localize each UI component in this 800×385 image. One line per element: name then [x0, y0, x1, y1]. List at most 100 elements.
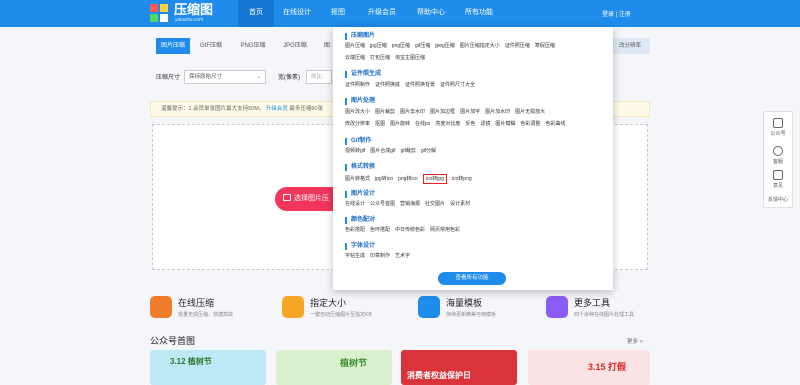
float-label: 意见: [772, 183, 783, 189]
float-feedback-center[interactable]: 反馈中心: [764, 196, 792, 203]
menu-group-title: 压缩图片: [345, 33, 375, 40]
site-logo[interactable]: 压缩图 yasuotu.com: [150, 3, 240, 23]
menu-item[interactable]: 抠图: [375, 120, 385, 129]
menu-item[interactable]: 中日传统色彩: [395, 226, 425, 235]
menu-item[interactable]: 色环搭配: [370, 226, 390, 235]
menu-row: 视频转gif 图片合成gif gif裁剪 gif分解: [345, 147, 441, 156]
tab-gif-compress[interactable]: GIF压缩: [194, 38, 228, 54]
menu-item[interactable]: 营销海报: [400, 200, 420, 209]
login-register-link[interactable]: 登录 | 注册: [602, 9, 631, 18]
menu-item[interactable]: png压缩: [392, 42, 410, 51]
menu-group-title: 字体设计: [345, 243, 375, 250]
menu-item[interactable]: 社交图片: [425, 200, 445, 209]
template-thumb[interactable]: 3.15 打假: [528, 350, 650, 385]
qrcode-icon: [773, 118, 783, 128]
size-select[interactable]: 保持原始尺寸 ⌄: [184, 70, 266, 84]
menu-item[interactable]: jpg转ico: [375, 175, 393, 184]
menu-row: 图片压缩 jpg压缩 png压缩 gif压缩 jpeg压缩 图片压缩指定大小 证件照压缩 寒假…: [345, 42, 560, 51]
menu-item[interactable]: 图片压缩指定大小: [460, 42, 500, 51]
template-thumb[interactable]: 植树节: [276, 350, 392, 385]
menu-item[interactable]: gif分解: [421, 147, 436, 156]
menu-item[interactable]: 图片转格式: [345, 175, 370, 184]
feature-more-tools[interactable]: 更多工具 四十余种在线图片处理工具: [546, 292, 650, 326]
tab-image-compress[interactable]: 图片压缩: [156, 38, 190, 54]
menu-item[interactable]: jpg压缩: [370, 42, 387, 51]
menu-item[interactable]: png转ico: [398, 175, 418, 184]
menu-item[interactable]: 视频转gif: [345, 147, 365, 156]
upgrade-vip-link[interactable]: 升级会员: [266, 106, 288, 112]
menu-item[interactable]: 滤镜: [480, 120, 490, 129]
menu-item[interactable]: 在线ps: [415, 120, 430, 129]
menu-item[interactable]: 亮度对比度: [435, 120, 460, 129]
menu-item[interactable]: 色彩曲线: [545, 120, 565, 129]
menu-item[interactable]: 图片压缩: [345, 42, 365, 51]
menu-item[interactable]: 图片加字: [460, 108, 480, 117]
menu-group-title: 图片设计: [345, 191, 375, 198]
menu-item[interactable]: 证件照压缩: [505, 42, 530, 51]
menu-group-title: 图片处理: [345, 98, 375, 105]
menu-item[interactable]: 证件照尺寸大全: [440, 81, 475, 90]
tab-jpg-compress[interactable]: JPG压缩: [278, 38, 312, 54]
menu-item[interactable]: 证件照制作: [345, 81, 370, 90]
menu-item[interactable]: 图片裁剪: [375, 108, 395, 117]
menu-item[interactable]: 印章制作: [370, 252, 390, 261]
menu-item[interactable]: 色彩搭配: [345, 226, 365, 235]
template-thumb[interactable]: 3.12 植树节: [150, 350, 266, 385]
menu-item[interactable]: 打包压缩: [370, 54, 390, 63]
tab-more[interactable]: 图: [320, 38, 334, 54]
more-link[interactable]: 更多 >: [627, 337, 643, 345]
float-wechat[interactable]: 公众号: [764, 118, 792, 137]
menu-row: 在线设计 公众号首图 营销海报 社交图片 设计素材: [345, 200, 475, 209]
menu-item[interactable]: gif裁剪: [401, 147, 416, 156]
select-image-button[interactable]: 选择图片压: [275, 187, 333, 211]
menu-row: 字帖生成 印章制作 艺术字: [345, 252, 415, 261]
feature-online-compress[interactable]: 在线压缩 批量无损压缩，快捷高效: [150, 292, 270, 326]
tab-png-compress[interactable]: PNG压缩: [236, 38, 270, 54]
nav-online-design[interactable]: 在线设计: [274, 0, 320, 27]
menu-item[interactable]: 反色: [465, 120, 475, 129]
menu-item[interactable]: 证件照换底: [375, 81, 400, 90]
menu-item[interactable]: gif压缩: [415, 42, 430, 51]
menu-item[interactable]: 修改分辨率: [345, 120, 370, 129]
view-all-functions-button[interactable]: 查看所有功能: [438, 272, 506, 285]
menu-item[interactable]: jpeg压缩: [435, 42, 454, 51]
menu-item[interactable]: 图片改大小: [345, 108, 370, 117]
menu-item[interactable]: 云端压缩: [345, 54, 365, 63]
nav-help-center[interactable]: 帮助中心: [408, 0, 454, 27]
feature-target-size[interactable]: 指定大小 一键自动压缩图片至指定KB: [282, 292, 402, 326]
menu-item[interactable]: 寒假压缩: [535, 42, 555, 51]
menu-item[interactable]: 图片合成gif: [370, 147, 395, 156]
menu-item[interactable]: 图片无损放大: [515, 108, 545, 117]
float-label: 客服: [772, 159, 783, 165]
width-input[interactable]: 原比: [306, 70, 332, 84]
nav-all-functions[interactable]: 所有功能: [454, 0, 504, 27]
menu-item[interactable]: 字帖生成: [345, 252, 365, 261]
menu-item[interactable]: 图片去水印: [400, 108, 425, 117]
tab-change-resolution[interactable]: 改分辨率: [610, 38, 650, 54]
feature-templates[interactable]: 海量模板 持续更新精美可用模板: [418, 292, 538, 326]
menu-item[interactable]: 设计素材: [450, 200, 470, 209]
nav-cutout[interactable]: 抠图: [320, 0, 356, 27]
menu-item-ico-to-jpg[interactable]: ico转jpg: [422, 174, 447, 184]
thumb-text: 3.12 植树节: [170, 357, 212, 366]
float-feedback[interactable]: 意见: [764, 170, 792, 189]
menu-item[interactable]: 公众号首图: [370, 200, 395, 209]
nav-home[interactable]: 首页: [238, 0, 274, 27]
menu-item[interactable]: 网页常用色彩: [430, 226, 460, 235]
menu-item[interactable]: 淘宝主图压缩: [395, 54, 425, 63]
image-icon: [283, 194, 291, 201]
menu-item[interactable]: 证件照换背景: [405, 81, 435, 90]
float-service[interactable]: 客服: [764, 146, 792, 165]
template-thumb[interactable]: 消费者权益保护日: [401, 350, 517, 385]
menu-item[interactable]: ico转png: [452, 175, 472, 184]
menu-item[interactable]: 图片加边框: [430, 108, 455, 117]
select-image-label: 选择图片压: [294, 195, 329, 202]
menu-item[interactable]: 图片模糊: [495, 120, 515, 129]
menu-item[interactable]: 图片加水印: [485, 108, 510, 117]
menu-item[interactable]: 在线设计: [345, 200, 365, 209]
menu-item[interactable]: 色彩调整: [520, 120, 540, 129]
menu-item[interactable]: 图片旋转: [390, 120, 410, 129]
nav-upgrade-vip[interactable]: 升级会员: [356, 0, 408, 27]
menu-item[interactable]: 艺术字: [395, 252, 410, 261]
menu-row: 证件照制作 证件照换底 证件照换背景 证件照尺寸大全: [345, 81, 480, 90]
